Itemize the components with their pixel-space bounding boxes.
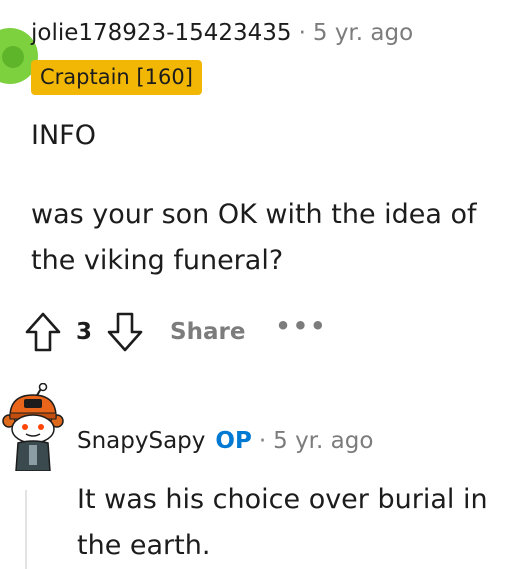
arrow-down-icon[interactable]	[106, 311, 144, 353]
comment-timestamp[interactable]: 5 yr. ago	[313, 20, 413, 46]
vote-count: 3	[76, 319, 93, 345]
reply-timestamp[interactable]: 5 yr. ago	[273, 428, 373, 454]
meta-separator: ·	[258, 428, 267, 454]
comment-body-line-2: was your son OK with the idea of the vik…	[31, 199, 477, 276]
arrow-up-icon[interactable]	[24, 311, 62, 353]
op-badge: OP	[215, 428, 252, 454]
comment-action-bar: 3 Share •••	[24, 308, 327, 356]
thread-collapse-line[interactable]	[25, 490, 27, 569]
snoo-avatar-icon	[2, 382, 64, 472]
reply-username[interactable]: SnapySapy	[77, 428, 205, 454]
comment-body-line-1: INFO	[31, 120, 96, 151]
reply-header: SnapySapy OP · 5 yr. ago	[77, 425, 373, 457]
share-button[interactable]: Share	[170, 319, 245, 345]
meta-separator: ·	[298, 20, 306, 46]
more-options-button[interactable]: •••	[275, 312, 327, 340]
comment-thread: jolie178923-15423435 · 5 yr. ago Craptain …	[0, 0, 523, 569]
user-flair: Craptain [160]	[31, 60, 202, 95]
comment-username[interactable]: jolie178923-15423435	[31, 20, 292, 46]
comment-header: jolie178923-15423435 · 5 yr. ago	[31, 17, 413, 49]
reply-avatar[interactable]	[0, 382, 64, 472]
reply-body: It was his choice over burial in the ear…	[77, 484, 488, 561]
avatar-snoo-icon	[2, 46, 24, 68]
